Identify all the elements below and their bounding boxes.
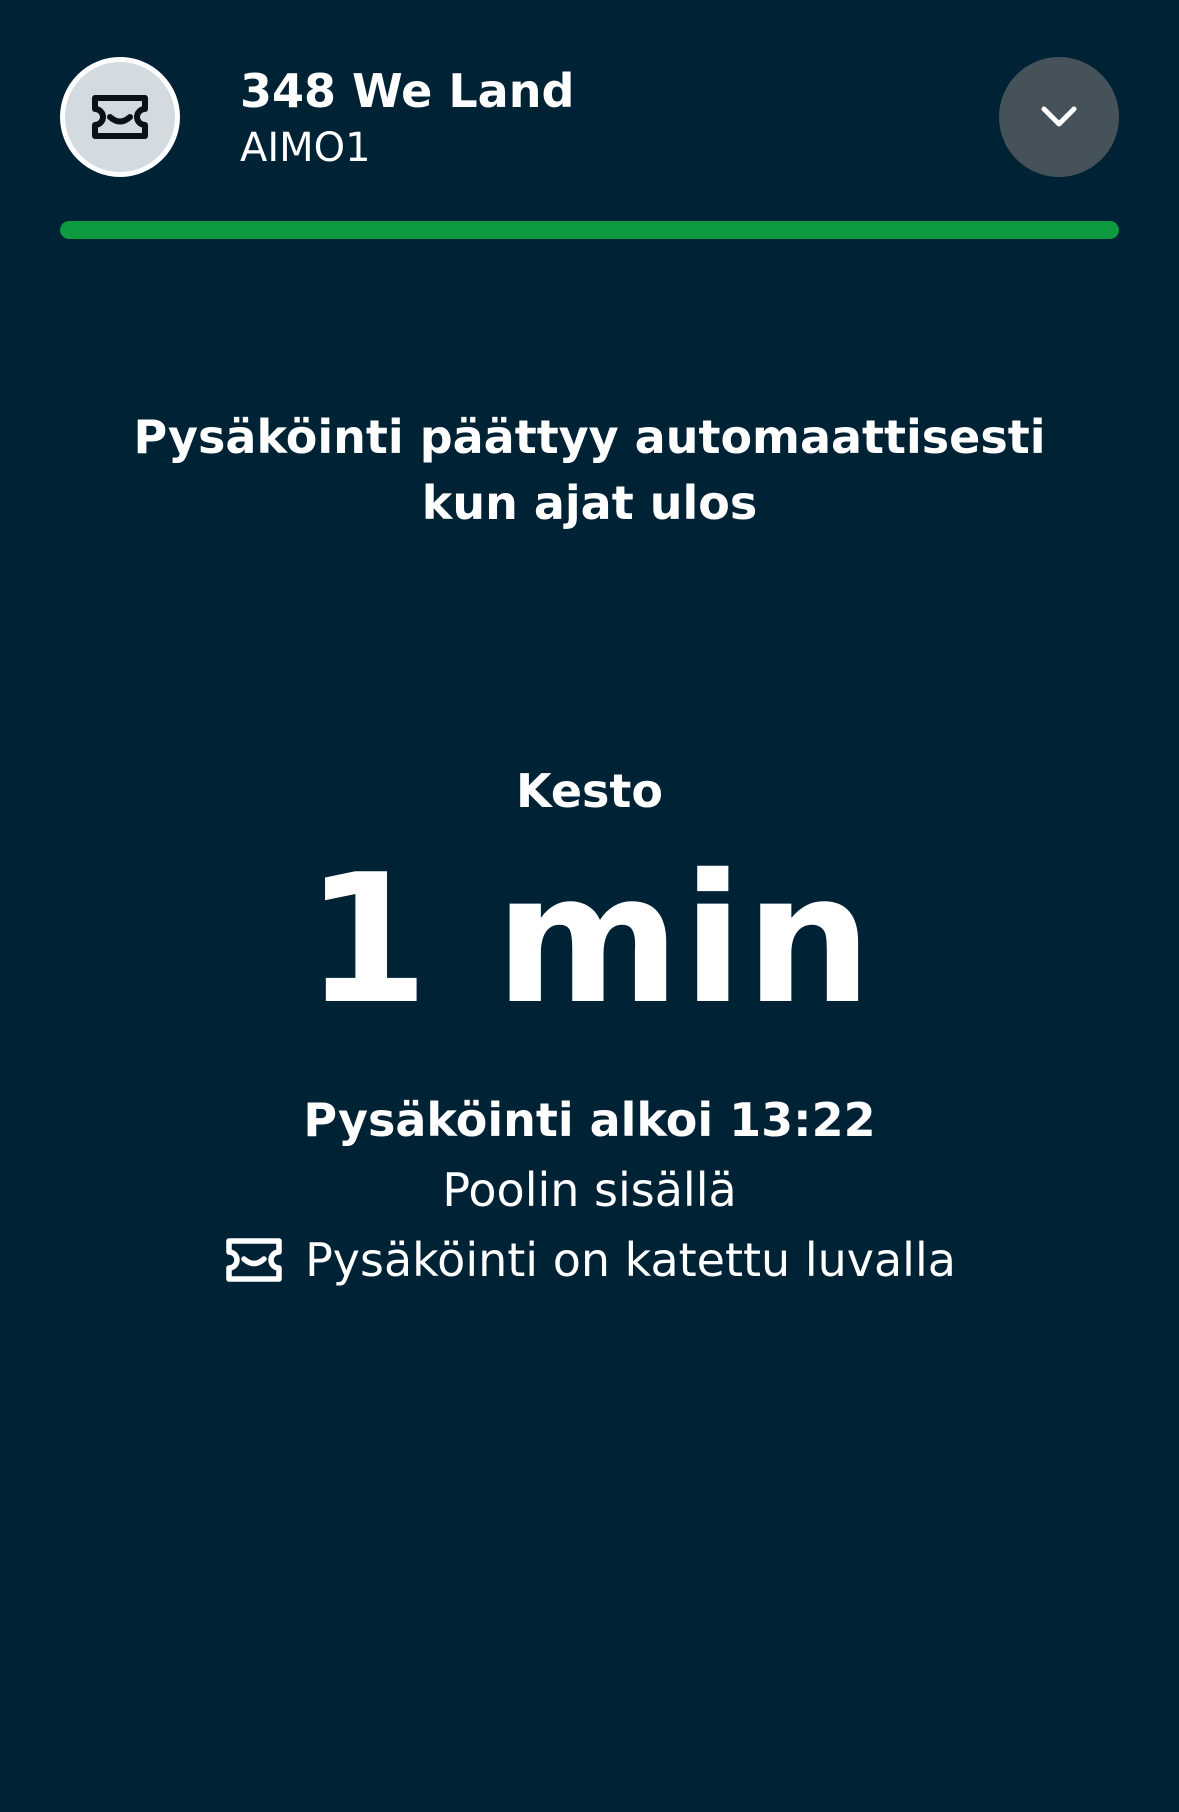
permit-text: Pysäköinti on katettu luvalla <box>305 1233 956 1287</box>
license-plate: AIMO1 <box>240 125 371 171</box>
chevron-down-icon <box>1041 106 1077 127</box>
notice-line-2: kun ajat ulos <box>421 476 758 530</box>
parking-lot-name: 348 We Land <box>240 64 575 118</box>
parking-start-time: Pysäköinti alkoi 13:22 <box>303 1093 876 1147</box>
parking-header: 348 We Land AIMO1 <box>60 57 1119 177</box>
collapse-button[interactable] <box>999 57 1119 177</box>
parking-progress-bar <box>60 221 1119 239</box>
header-text: 348 We Land AIMO1 <box>240 63 574 175</box>
ticket-icon <box>226 1238 282 1282</box>
auto-end-notice: Pysäköinti päättyy automaattisesti kun a… <box>0 404 1179 536</box>
ticket-icon <box>92 95 148 139</box>
duration-label: Kesto <box>515 764 663 818</box>
permit-status: Pysäköinti on katettu luvalla <box>0 1224 1179 1296</box>
ticket-badge <box>60 57 180 177</box>
notice-line-1: Pysäköinti päättyy automaattisesti <box>133 410 1046 464</box>
pool-status: Poolin sisällä <box>442 1163 737 1217</box>
progress-fill <box>60 221 1119 239</box>
duration-value: 1 min <box>304 836 875 1043</box>
